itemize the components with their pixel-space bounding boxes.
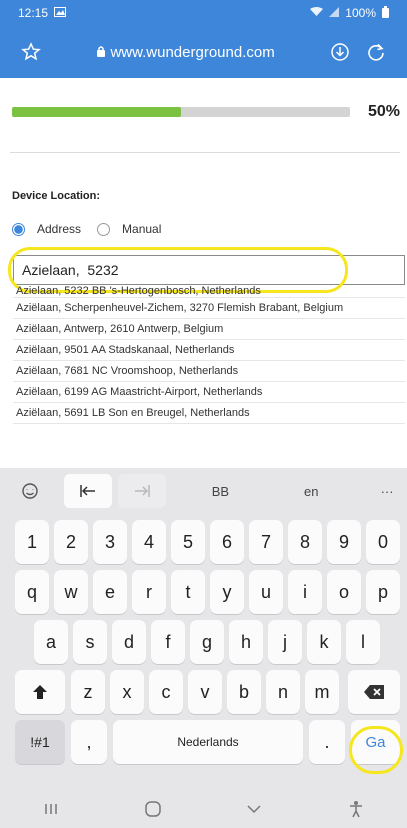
key-b[interactable]: b <box>227 670 261 714</box>
cursor-right-icon[interactable] <box>117 474 166 508</box>
key-h[interactable]: h <box>229 620 263 664</box>
device-location-heading: Device Location: <box>12 190 101 202</box>
system-navigation-bar <box>0 790 407 828</box>
progress-bar <box>12 107 350 117</box>
key-x[interactable]: x <box>110 670 144 714</box>
radio-manual[interactable]: Manual <box>97 222 161 236</box>
key-3[interactable]: 3 <box>93 520 127 564</box>
keyboard-bb-label[interactable]: BB <box>176 474 266 508</box>
key-i[interactable]: i <box>288 570 322 614</box>
shift-key[interactable] <box>15 670 65 714</box>
bookmark-star-icon[interactable] <box>18 39 44 65</box>
key-v[interactable]: v <box>188 670 222 714</box>
radio-manual-button[interactable] <box>97 222 111 236</box>
cursor-left-icon[interactable] <box>63 474 112 508</box>
suggestion-item[interactable]: Aziëlaan, 7681 NC Vroomshoop, Netherland… <box>13 361 405 382</box>
symbols-key[interactable]: !#1 <box>15 720 65 764</box>
divider <box>10 152 400 153</box>
comma-key[interactable]: , <box>71 720 107 764</box>
recent-apps-icon[interactable] <box>21 802 81 816</box>
key-s[interactable]: s <box>73 620 107 664</box>
radio-address[interactable]: Address <box>12 222 81 236</box>
gallery-notification-icon <box>54 6 67 20</box>
location-mode-radio-group: Address Manual <box>12 222 177 236</box>
suggestion-item[interactable]: Aziëlaan, 6199 AG Maastricht-Airport, Ne… <box>13 382 405 403</box>
accessibility-icon[interactable] <box>326 800 386 818</box>
key-2[interactable]: 2 <box>54 520 88 564</box>
url-bar: www.wunderground.com <box>0 26 407 78</box>
key-7[interactable]: 7 <box>249 520 283 564</box>
suggestion-item[interactable]: Aziëlaan, Scherpenheuvel-Zichem, 3270 Fl… <box>13 298 405 319</box>
home-icon[interactable] <box>123 800 183 818</box>
key-9[interactable]: 9 <box>327 520 361 564</box>
progress-fill <box>12 107 181 117</box>
key-4[interactable]: 4 <box>132 520 166 564</box>
backspace-key[interactable] <box>348 670 400 714</box>
address-suggestions-list: Azielaan, 5232 BB 's-Hertogenbosch, Neth… <box>13 285 405 424</box>
key-z[interactable]: z <box>71 670 105 714</box>
onscreen-keyboard: BB en ··· 1 2 3 4 5 6 7 8 9 0 q w e r t … <box>0 468 407 828</box>
back-chevron-icon[interactable] <box>224 804 284 814</box>
keyboard-more-icon[interactable]: ··· <box>367 474 407 508</box>
suggestion-item[interactable]: Azielaan, 5232 BB 's-Hertogenbosch, Neth… <box>13 284 405 298</box>
key-f[interactable]: f <box>151 620 185 664</box>
keyboard-toolbar: BB en ··· <box>0 468 407 514</box>
key-r[interactable]: r <box>132 570 166 614</box>
key-a[interactable]: a <box>34 620 68 664</box>
suggestion-item[interactable]: Aziëlaan, Antwerp, 2610 Antwerp, Belgium <box>13 319 405 340</box>
key-m[interactable]: m <box>305 670 339 714</box>
key-y[interactable]: y <box>210 570 244 614</box>
key-5[interactable]: 5 <box>171 520 205 564</box>
key-g[interactable]: g <box>190 620 224 664</box>
go-key[interactable]: Ga <box>351 720 400 764</box>
key-j[interactable]: j <box>268 620 302 664</box>
key-c[interactable]: c <box>149 670 183 714</box>
download-icon[interactable] <box>327 39 353 65</box>
progress-row: 50% <box>12 100 402 124</box>
address-search-input[interactable] <box>13 255 405 285</box>
status-time: 12:15 <box>18 6 49 20</box>
emoji-icon[interactable] <box>0 474 60 508</box>
shift-icon <box>33 685 47 699</box>
key-n[interactable]: n <box>266 670 300 714</box>
battery-icon <box>382 5 389 21</box>
signal-icon <box>329 6 340 20</box>
space-bar[interactable]: Nederlands <box>113 720 303 764</box>
key-6[interactable]: 6 <box>210 520 244 564</box>
lock-icon <box>96 44 110 61</box>
radio-address-button[interactable] <box>12 222 25 236</box>
key-d[interactable]: d <box>112 620 146 664</box>
suggestion-item[interactable]: Aziëlaan, 9501 AA Stadskanaal, Netherlan… <box>13 340 405 361</box>
address-bar[interactable]: www.wunderground.com <box>54 44 317 61</box>
key-p[interactable]: p <box>366 570 400 614</box>
key-k[interactable]: k <box>307 620 341 664</box>
wifi-icon <box>310 6 324 20</box>
suggestion-item[interactable]: Aziëlaan, 5691 LB Son en Breugel, Nether… <box>13 403 405 424</box>
radio-manual-label: Manual <box>122 222 162 236</box>
keyboard-language-label[interactable]: en <box>283 474 339 508</box>
url-text: www.wunderground.com <box>110 43 275 61</box>
key-e[interactable]: e <box>93 570 127 614</box>
key-w[interactable]: w <box>54 570 88 614</box>
browser-top-bar: 12:15 100% www.wunderground.com <box>0 0 407 78</box>
period-key[interactable]: . <box>309 720 345 764</box>
key-o[interactable]: o <box>327 570 361 614</box>
reload-icon[interactable] <box>363 39 389 65</box>
status-bar: 12:15 100% <box>0 0 407 26</box>
backspace-icon <box>364 685 384 699</box>
key-u[interactable]: u <box>249 570 283 614</box>
key-1[interactable]: 1 <box>15 520 49 564</box>
key-q[interactable]: q <box>15 570 49 614</box>
radio-address-label: Address <box>37 222 82 236</box>
battery-percent: 100% <box>345 6 376 20</box>
key-l[interactable]: l <box>346 620 380 664</box>
key-8[interactable]: 8 <box>288 520 322 564</box>
key-0[interactable]: 0 <box>366 520 400 564</box>
progress-percent: 50% <box>368 103 401 120</box>
key-t[interactable]: t <box>171 570 205 614</box>
